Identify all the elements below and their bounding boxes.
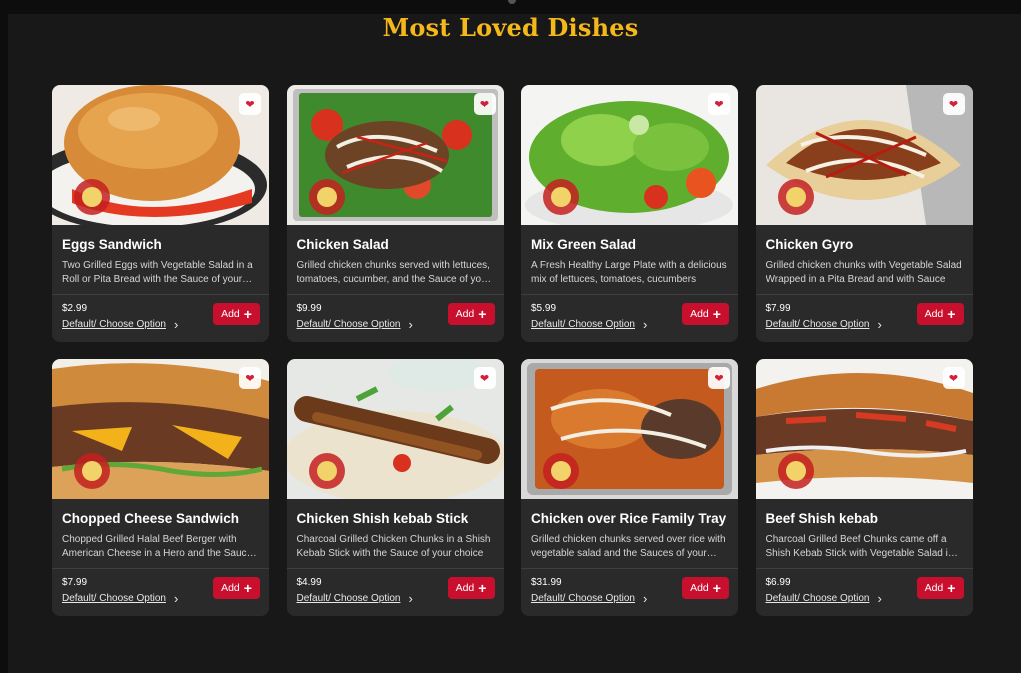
- add-button-label: Add: [924, 582, 944, 594]
- add-to-cart-button[interactable]: Add +: [213, 303, 260, 325]
- plus-icon: +: [712, 580, 721, 596]
- section-title: Most Loved Dishes: [382, 13, 639, 42]
- dish-name: Chicken Salad: [296, 237, 389, 252]
- dish-info: Chicken Gyro Grilled chicken chunks with…: [755, 225, 973, 295]
- choose-option-label: Default/ Choose Option: [531, 593, 635, 604]
- heart-icon[interactable]: ❤: [708, 93, 730, 115]
- add-to-cart-button[interactable]: Add +: [447, 577, 495, 599]
- heart-icon[interactable]: ❤: [239, 93, 261, 115]
- heart-icon[interactable]: ❤: [239, 367, 261, 389]
- dish-footer: $4.99 Default/ Choose Option › Add +: [287, 569, 504, 616]
- dish-description: Grilled chicken chunks served over rice …: [531, 534, 726, 559]
- dish-description: Grilled chicken chunks with Vegetable Sa…: [765, 260, 962, 285]
- choose-option-label: Default/ Choose Option: [765, 319, 870, 330]
- add-button-label: Add: [221, 308, 240, 320]
- heart-icon[interactable]: ❤: [473, 367, 496, 389]
- dish-footer: $2.99 Default/ Choose Option › Add +: [52, 295, 269, 342]
- plus-icon: +: [243, 306, 252, 322]
- heart-icon[interactable]: ❤: [473, 93, 496, 115]
- heart-icon[interactable]: ❤: [942, 367, 965, 389]
- chevron-right-icon: ›: [408, 317, 413, 332]
- dish-card[interactable]: ❤ Chicken Gyro Grilled chicken chunks wi…: [755, 85, 973, 342]
- choose-option-label: Default/ Choose Option: [765, 593, 870, 604]
- add-button-label: Add: [924, 308, 944, 320]
- plus-icon: +: [243, 580, 252, 596]
- add-to-cart-button[interactable]: Add +: [916, 303, 964, 325]
- dish-description: Two Grilled Eggs with Vegetable Salad in…: [62, 260, 253, 285]
- dish-name: Chicken Shish kebab Stick: [296, 511, 469, 526]
- dish-info: Chopped Cheese Sandwich Chopped Grilled …: [52, 499, 269, 569]
- plus-icon: +: [478, 580, 487, 596]
- dish-card[interactable]: ❤ Chicken Shish kebab Stick Charcoal Gri…: [286, 359, 504, 616]
- chevron-right-icon: ›: [173, 591, 179, 606]
- choose-option-label: Default/ Choose Option: [62, 593, 166, 604]
- dish-description: Charcoal Grilled Chicken Chunks in a Shi…: [296, 534, 491, 559]
- add-button-label: Add: [690, 308, 709, 320]
- dish-description: Charcoal Grilled Beef Chunks came off a …: [765, 534, 962, 559]
- dish-info: Chicken Shish kebab Stick Charcoal Grill…: [286, 499, 504, 569]
- chevron-right-icon: ›: [642, 591, 648, 606]
- chevron-right-icon: ›: [877, 591, 882, 606]
- dish-card[interactable]: ❤ Eggs Sandwich Two Grilled Eggs with Ve…: [52, 85, 269, 342]
- dish-image[interactable]: ❤: [521, 85, 738, 225]
- dish-footer: $7.99 Default/ Choose Option › Add +: [756, 295, 973, 342]
- add-to-cart-button[interactable]: Add +: [213, 577, 260, 599]
- add-to-cart-button[interactable]: Add +: [682, 577, 729, 599]
- dish-image[interactable]: ❤: [286, 85, 504, 225]
- dish-info: Chicken over Rice Family Tray Grilled ch…: [521, 499, 738, 569]
- dish-info: Chicken Salad Grilled chicken chunks ser…: [286, 225, 504, 295]
- add-button-label: Add: [455, 308, 475, 320]
- dish-card[interactable]: ❤ Chopped Cheese Sandwich Chopped Grille…: [52, 359, 269, 616]
- dish-image[interactable]: ❤: [755, 85, 973, 225]
- choose-option-label: Default/ Choose Option: [296, 593, 401, 604]
- dish-name: Chicken over Rice Family Tray: [531, 511, 727, 526]
- plus-icon: +: [947, 580, 956, 596]
- add-to-cart-button[interactable]: Add +: [447, 303, 495, 325]
- choose-option-label: Default/ Choose Option: [531, 319, 635, 330]
- dish-card[interactable]: ❤ Chicken Salad Grilled chicken chunks s…: [286, 85, 504, 342]
- heart-icon[interactable]: ❤: [942, 93, 965, 115]
- choose-option-label: Default/ Choose Option: [296, 319, 401, 330]
- dish-footer: $6.99 Default/ Choose Option › Add +: [756, 569, 973, 616]
- chevron-right-icon: ›: [642, 317, 648, 332]
- dish-info: Eggs Sandwich Two Grilled Eggs with Vege…: [52, 225, 269, 295]
- add-button-label: Add: [690, 582, 709, 594]
- dish-card[interactable]: ❤ Beef Shish kebab Charcoal Grilled Beef…: [755, 359, 973, 616]
- dish-card[interactable]: ❤ Chicken over Rice Family Tray Grilled …: [521, 359, 738, 616]
- dish-info: Beef Shish kebab Charcoal Grilled Beef C…: [755, 499, 973, 569]
- dish-name: Mix Green Salad: [531, 237, 637, 252]
- dish-image[interactable]: ❤: [286, 359, 504, 499]
- dish-footer: $9.99 Default/ Choose Option › Add +: [287, 295, 504, 342]
- heart-icon[interactable]: ❤: [708, 367, 730, 389]
- dish-name: Beef Shish kebab: [765, 511, 879, 526]
- dish-info: Mix Green Salad A Fresh Healthy Large Pl…: [521, 225, 738, 295]
- chevron-right-icon: ›: [408, 591, 413, 606]
- dish-description: A Fresh Healthy Large Plate with a delic…: [531, 260, 727, 285]
- dish-footer: $7.99 Default/ Choose Option › Add +: [52, 569, 269, 616]
- dishes-grid: ❤ Eggs Sandwich Two Grilled Eggs with Ve…: [52, 85, 973, 616]
- dish-name: Chicken Gyro: [765, 237, 854, 252]
- chevron-right-icon: ›: [877, 317, 882, 332]
- dish-footer: $31.99 Default/ Choose Option › Add +: [521, 569, 738, 616]
- add-to-cart-button[interactable]: Add +: [682, 303, 729, 325]
- dish-image[interactable]: ❤: [52, 85, 269, 225]
- dish-image[interactable]: ❤: [755, 359, 973, 499]
- plus-icon: +: [712, 306, 721, 322]
- chevron-right-icon: ›: [173, 317, 179, 332]
- dish-description: Grilled chicken chunks served with lettu…: [296, 260, 490, 285]
- dish-description: Chopped Grilled Halal Beef Berger with A…: [62, 534, 253, 559]
- dish-name: Chopped Cheese Sandwich: [62, 511, 240, 526]
- dish-card[interactable]: ❤ Mix Green Salad A Fresh Healthy Large …: [521, 85, 738, 342]
- dish-footer: $5.99 Default/ Choose Option › Add +: [521, 295, 738, 342]
- add-to-cart-button[interactable]: Add +: [916, 577, 964, 599]
- choose-option-label: Default/ Choose Option: [62, 319, 166, 330]
- plus-icon: +: [947, 306, 956, 322]
- dish-image[interactable]: ❤: [521, 359, 738, 499]
- scroll-indicator: [508, 0, 516, 4]
- add-button-label: Add: [221, 582, 240, 594]
- dish-name: Eggs Sandwich: [62, 237, 162, 252]
- add-button-label: Add: [455, 582, 475, 594]
- dish-image[interactable]: ❤: [52, 359, 269, 499]
- plus-icon: +: [478, 306, 487, 322]
